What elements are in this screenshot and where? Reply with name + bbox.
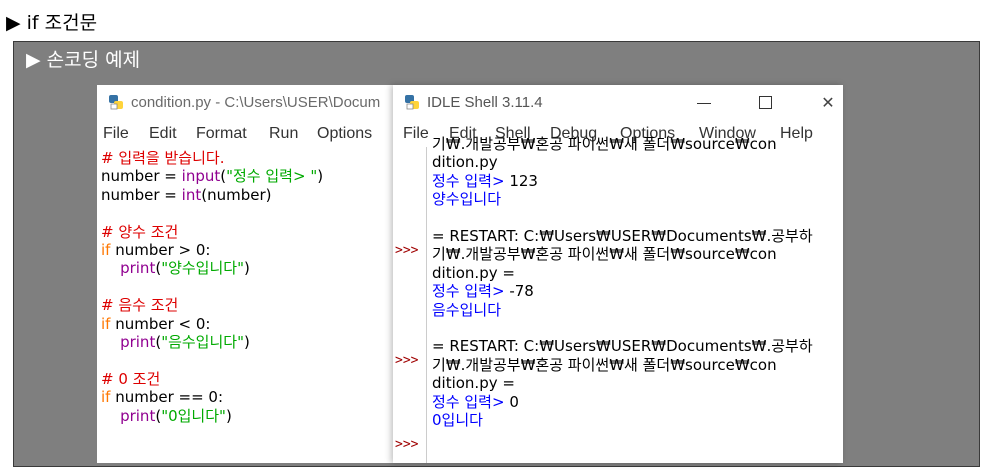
code-builtin: print: [120, 406, 156, 425]
code-text: (number): [201, 185, 272, 204]
editor-menu-options[interactable]: Options: [317, 125, 372, 143]
code-text: ): [244, 259, 250, 278]
shell-output-line: 음수입니다: [432, 300, 502, 319]
editor-menu-format[interactable]: Format: [196, 125, 247, 143]
code-string: "음수입니다": [161, 333, 244, 352]
close-button[interactable]: ✕: [815, 92, 841, 114]
maximize-button[interactable]: [753, 92, 779, 114]
code-text: number =: [101, 185, 182, 204]
shell-input-value: 123: [509, 171, 538, 190]
code-builtin: input: [181, 167, 221, 186]
shell-output-line: 0입니다: [432, 411, 483, 430]
code-string: "양수입니다": [161, 259, 244, 278]
close-icon: ✕: [821, 93, 835, 112]
code-text: number < 0:: [110, 314, 211, 333]
minimize-button[interactable]: [691, 92, 717, 114]
code-string: "0입니다": [161, 406, 226, 425]
shell-prompt: >>>: [395, 353, 419, 368]
shell-line: 기₩.개발공부₩혼공 파이썬₩새 폴더₩source₩con: [432, 135, 777, 153]
code-text: number == 0:: [110, 388, 224, 407]
shell-restart-line: = RESTART: C:₩Users₩USER₩Documents₩.공부하: [432, 337, 813, 356]
shell-output[interactable]: 기₩.개발공부₩혼공 파이썬₩새 폴더₩source₩con dition.py…: [432, 135, 813, 430]
shell-prompt: >>>: [395, 437, 419, 452]
code-comment: # 입력을 받습니다.: [101, 149, 225, 167]
editor-menu-edit[interactable]: Edit: [149, 125, 177, 143]
shell-output-line: 양수입니다: [432, 190, 502, 209]
shell-title: IDLE Shell 3.11.4: [427, 94, 543, 111]
shell-input-value: -78: [509, 282, 534, 301]
shell-prompt-text: 정수 입력>: [432, 282, 510, 301]
editor-window[interactable]: condition.py - C:\Users\USER\Docum File …: [97, 85, 397, 463]
shell-scrollbar[interactable]: [833, 147, 843, 463]
code-builtin: int: [181, 185, 202, 204]
panel-title: ▶ 손코딩 예제: [26, 49, 141, 71]
shell-line: 기₩.개발공부₩혼공 파이썬₩새 폴더₩source₩con: [432, 355, 777, 374]
example-panel: ▶ 손코딩 예제 condition.py - C:\Users\USER\Do…: [13, 41, 980, 467]
shell-prompt: >>>: [395, 243, 419, 258]
shell-restart-line: = RESTART: C:₩Users₩USER₩Documents₩.공부하: [432, 227, 813, 246]
shell-input-value: 0: [509, 392, 519, 411]
shell-prompt-text: 정수 입력>: [432, 171, 510, 190]
code-comment: # 양수 조건: [101, 222, 179, 241]
code-comment: # 0 조건: [101, 369, 161, 388]
shell-line: dition.py =: [432, 263, 515, 282]
editor-titlebar[interactable]: condition.py - C:\Users\USER\Docum: [97, 85, 397, 121]
editor-menu-file[interactable]: File: [103, 125, 129, 143]
shell-prompt-text: 정수 입력>: [432, 392, 510, 411]
minimize-icon: [697, 103, 711, 104]
code-text: number =: [101, 167, 182, 186]
editor-title: condition.py - C:\Users\USER\Docum: [131, 94, 381, 111]
code-text: ): [225, 406, 232, 425]
code-string: "정수 입력> ": [226, 167, 318, 186]
shell-line: dition.py =: [432, 374, 515, 393]
code-text: number > 0:: [110, 241, 211, 260]
python-icon: [109, 95, 123, 110]
editor-menu-run[interactable]: Run: [269, 125, 298, 143]
shell-menu-file[interactable]: File: [403, 125, 429, 143]
maximize-icon: [759, 96, 772, 109]
shell-line: 기₩.개발공부₩혼공 파이썬₩새 폴더₩source₩con: [432, 245, 777, 264]
shell-titlebar[interactable]: IDLE Shell 3.11.4 ✕: [393, 85, 843, 121]
section-heading: ▶ if 조건문: [6, 12, 98, 34]
prompt-gutter: >>> >>> >>>: [393, 147, 427, 463]
shell-line: dition.py: [432, 153, 498, 172]
code-text: ): [244, 333, 250, 352]
code-comment: # 음수 조건: [101, 296, 179, 315]
shell-window[interactable]: IDLE Shell 3.11.4 ✕ File Edit Shell Debu…: [393, 85, 843, 463]
code-builtin: print: [120, 333, 156, 352]
python-icon: [405, 95, 419, 110]
editor-menubar: File Edit Format Run Options: [97, 121, 397, 147]
code-area[interactable]: # 입력을 받습니다. number = input("정수 입력> ") nu…: [101, 149, 323, 425]
code-builtin: print: [120, 259, 156, 278]
code-text: ): [317, 167, 324, 186]
